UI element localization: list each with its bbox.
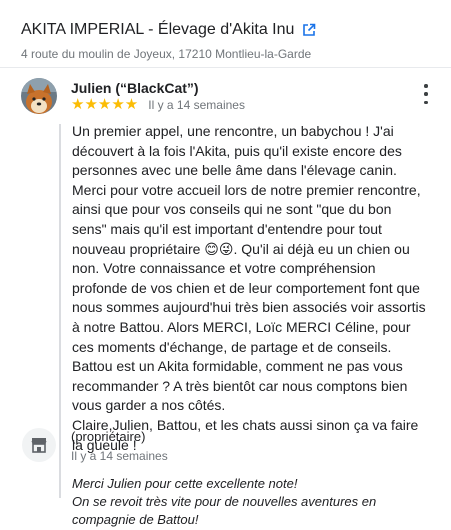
- owner-label: (propriétaire): [71, 429, 146, 444]
- owner-reply-text: Merci Julien pour cette excellente note!…: [72, 476, 377, 527]
- place-title: AKITA IMPERIAL - Élevage d'Akita Inu: [21, 21, 295, 38]
- review-text: Un premier appel, une rencontre, un baby…: [72, 123, 426, 453]
- store-icon: [22, 428, 56, 462]
- external-link-icon[interactable]: [302, 23, 316, 37]
- reviewer-avatar[interactable]: [21, 78, 57, 114]
- header-divider: [0, 67, 451, 68]
- rating-row: ★★★★★ Il y a 14 semaines: [71, 96, 245, 113]
- thread-line: [59, 124, 61, 498]
- more-options-icon[interactable]: [420, 84, 432, 104]
- review-date: Il y a 14 semaines: [148, 98, 245, 112]
- star-rating: ★★★★★: [71, 96, 139, 113]
- owner-reply-date: Il y a 14 semaines: [71, 449, 168, 463]
- place-header: AKITA IMPERIAL - Élevage d'Akita Inu 4 r…: [21, 20, 441, 62]
- reviewer-name[interactable]: Julien (“BlackCat”): [71, 80, 199, 96]
- place-address: 4 route du moulin de Joyeux, 17210 Montl…: [21, 47, 312, 61]
- title-row: AKITA IMPERIAL - Élevage d'Akita Inu: [21, 20, 441, 40]
